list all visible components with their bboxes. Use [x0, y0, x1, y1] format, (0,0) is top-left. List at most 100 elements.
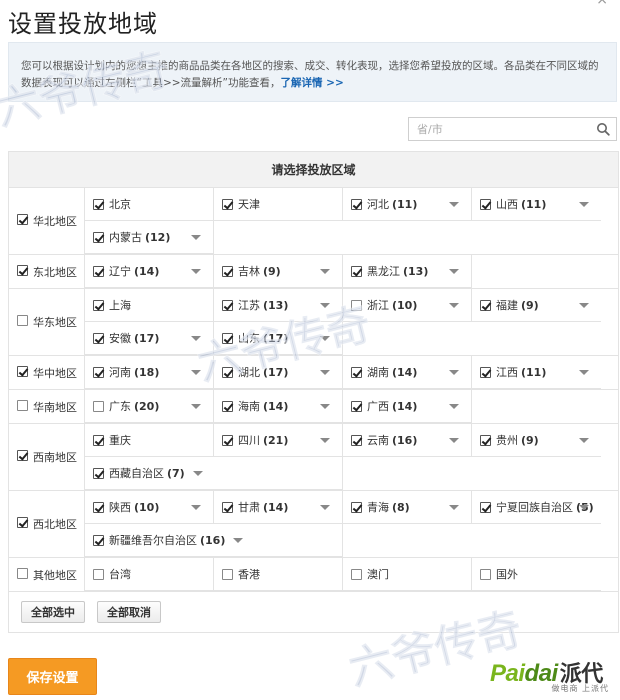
province-item[interactable]: 台湾 [85, 558, 214, 591]
region-cell[interactable]: 华中地区 [8, 355, 85, 390]
province-item[interactable]: 上海 [85, 289, 214, 322]
chevron-down-icon[interactable] [191, 336, 201, 341]
region-cell[interactable]: 东北地区 [8, 254, 85, 289]
province-item[interactable]: 甘肃 (14) [214, 491, 343, 524]
province-item[interactable]: 宁夏回族自治区 (5) [472, 491, 601, 524]
province-item[interactable]: 贵州 (9) [472, 424, 601, 457]
province-checkbox[interactable] [351, 400, 362, 412]
province-checkbox[interactable] [222, 366, 233, 378]
chevron-down-icon[interactable] [449, 269, 459, 274]
region-cell[interactable]: 西南地区 [8, 423, 85, 491]
province-item[interactable]: 澳门 [343, 558, 472, 591]
chevron-down-icon[interactable] [320, 269, 330, 274]
chevron-down-icon[interactable] [449, 303, 459, 308]
chevron-down-icon[interactable] [449, 438, 459, 443]
chevron-down-icon[interactable] [449, 404, 459, 409]
region-checkbox[interactable] [17, 365, 28, 377]
region-checkbox[interactable] [17, 264, 28, 276]
province-checkbox[interactable] [222, 299, 233, 311]
chevron-down-icon[interactable] [320, 336, 330, 341]
province-checkbox[interactable] [93, 332, 104, 344]
province-checkbox[interactable] [93, 231, 104, 243]
province-item[interactable]: 海南 (14) [214, 390, 343, 423]
chevron-down-icon[interactable] [579, 505, 589, 510]
province-checkbox[interactable] [480, 366, 491, 378]
chevron-down-icon[interactable] [449, 370, 459, 375]
province-checkbox[interactable] [93, 198, 104, 210]
province-checkbox[interactable] [351, 366, 362, 378]
region-cell[interactable]: 华南地区 [8, 389, 85, 424]
province-item[interactable]: 重庆 [85, 424, 214, 457]
province-item[interactable]: 福建 (9) [472, 289, 601, 322]
province-item[interactable]: 新疆维吾尔自治区 (16) [85, 524, 343, 557]
chevron-down-icon[interactable] [192, 470, 203, 476]
chevron-down-icon[interactable] [191, 505, 201, 510]
province-checkbox[interactable] [480, 568, 491, 580]
province-checkbox[interactable] [93, 534, 104, 546]
chevron-down-icon[interactable] [191, 235, 201, 240]
region-checkbox[interactable] [17, 214, 28, 225]
province-checkbox[interactable] [480, 501, 491, 513]
region-checkbox[interactable] [17, 315, 28, 326]
chevron-down-icon[interactable] [191, 404, 201, 409]
province-checkbox[interactable] [351, 299, 362, 311]
select-all-button[interactable]: 全部选中 [21, 601, 85, 623]
region-cell[interactable]: 西北地区 [8, 490, 85, 558]
save-button[interactable]: 保存设置 [8, 658, 97, 695]
province-checkbox[interactable] [93, 434, 104, 446]
province-item[interactable]: 江苏 (13) [214, 289, 343, 322]
province-item[interactable]: 河北 (11) [343, 188, 472, 221]
province-item[interactable]: 山西 (11) [472, 188, 601, 221]
province-checkbox[interactable] [351, 265, 362, 277]
chevron-down-icon[interactable] [579, 438, 589, 443]
chevron-down-icon[interactable] [191, 370, 201, 375]
chevron-down-icon[interactable] [191, 269, 201, 274]
chevron-down-icon[interactable] [579, 370, 589, 375]
province-item[interactable]: 西藏自治区 (7) [85, 457, 343, 490]
province-checkbox[interactable] [351, 568, 362, 580]
search-box[interactable] [408, 117, 617, 141]
province-item[interactable]: 安徽 (17) [85, 322, 214, 355]
province-item[interactable]: 陕西 (10) [85, 491, 214, 524]
province-item[interactable]: 天津 [214, 188, 343, 221]
deselect-all-button[interactable]: 全部取消 [97, 601, 161, 623]
province-checkbox[interactable] [93, 467, 104, 479]
region-checkbox[interactable] [17, 517, 28, 528]
search-icon[interactable] [596, 122, 610, 136]
province-item[interactable]: 山东 (17) [214, 322, 343, 355]
province-checkbox[interactable] [222, 332, 233, 344]
province-item[interactable]: 北京 [85, 188, 214, 221]
region-cell[interactable]: 华北地区 [8, 187, 85, 255]
province-checkbox[interactable] [93, 400, 104, 412]
province-checkbox[interactable] [351, 434, 362, 446]
province-item[interactable]: 青海 (8) [343, 491, 472, 524]
chevron-down-icon[interactable] [449, 505, 459, 510]
province-checkbox[interactable] [222, 568, 233, 580]
province-checkbox[interactable] [222, 501, 233, 513]
province-checkbox[interactable] [93, 265, 104, 277]
province-item[interactable]: 广东 (20) [85, 390, 214, 423]
chevron-down-icon[interactable] [233, 537, 244, 543]
province-item[interactable]: 四川 (21) [214, 424, 343, 457]
region-cell[interactable]: 其他地区 [8, 557, 85, 592]
province-checkbox[interactable] [351, 198, 362, 210]
province-checkbox[interactable] [93, 366, 104, 378]
learn-more-link[interactable]: 了解详情 >> [280, 77, 343, 89]
province-item[interactable]: 湖南 (14) [343, 356, 472, 389]
province-checkbox[interactable] [93, 501, 104, 513]
region-cell[interactable]: 华东地区 [8, 288, 85, 356]
chevron-down-icon[interactable] [579, 303, 589, 308]
chevron-down-icon[interactable] [320, 303, 330, 308]
province-checkbox[interactable] [222, 198, 233, 210]
province-item[interactable]: 河南 (18) [85, 356, 214, 389]
chevron-down-icon[interactable] [320, 505, 330, 510]
region-checkbox[interactable] [17, 567, 28, 579]
province-item[interactable]: 国外 [472, 558, 601, 591]
close-icon[interactable]: × [596, 0, 608, 8]
province-checkbox[interactable] [480, 299, 491, 311]
chevron-down-icon[interactable] [320, 370, 330, 375]
province-item[interactable]: 辽宁 (14) [85, 255, 214, 288]
province-checkbox[interactable] [222, 400, 233, 412]
province-item[interactable]: 广西 (14) [343, 390, 472, 423]
province-checkbox[interactable] [93, 568, 104, 580]
